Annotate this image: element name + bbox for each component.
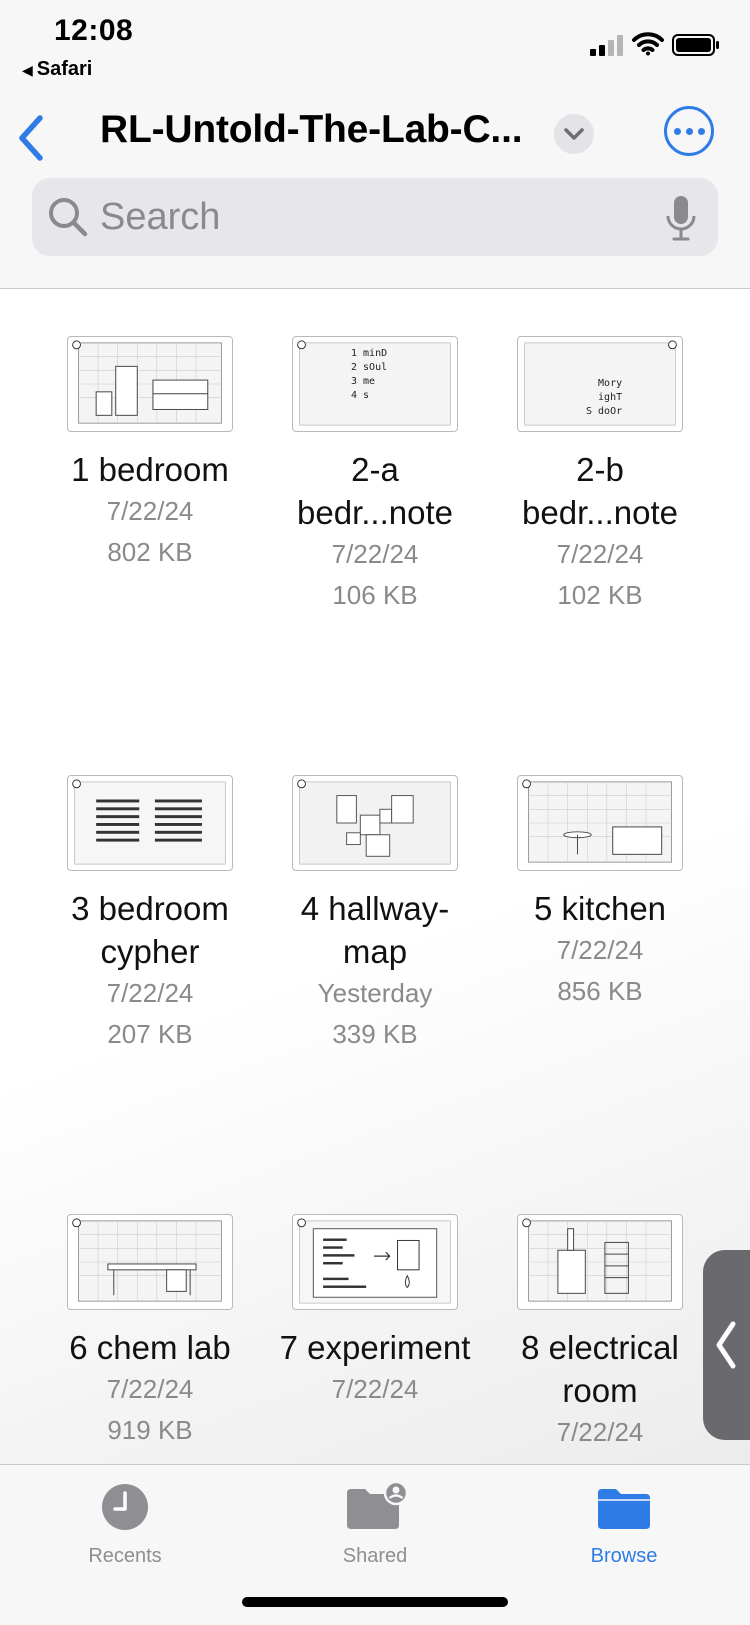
microphone-icon[interactable] [664,194,698,242]
status-time: 12:08 [54,14,134,47]
file-item[interactable]: 7 experiment 7/22/24 [270,1214,480,1410]
file-date: 7/22/24 [556,1417,644,1447]
file-size: 102 KB [557,580,643,610]
back-triangle-icon: ◀ [22,62,33,78]
file-thumbnail [67,775,233,871]
file-date: 7/22/24 [106,978,194,1008]
file-name: 2-b bedr...note [522,451,678,531]
file-name: 7 experiment [279,1329,471,1366]
tab-label: Shared [342,1545,408,1567]
shared-folder-icon [347,1483,407,1529]
back-app-label: Safari [36,58,93,80]
folder-icon [598,1489,650,1529]
experiment-sketch-image [297,1218,451,1304]
search-bar[interactable] [32,178,718,256]
file-item[interactable]: Mory ighT S doOr 2-b bedr...note 7/22/24… [495,336,705,616]
file-name: 4 hallway-map [300,890,450,970]
cypher-grid-image [72,779,226,865]
file-date: 7/22/24 [556,539,644,569]
file-size: 339 KB [332,1019,418,1049]
file-item[interactable]: 3 bedroom cypher 7/22/24 207 KB [45,775,255,1055]
file-item[interactable]: 4 hallway-map Yesterday 339 KB [270,775,480,1055]
folder-title[interactable]: RL-Untold-The-Lab-C... [100,108,523,152]
tab-label: Recents [88,1545,162,1567]
thumb-note-text: 1 minD 2 sOul 3 me 4 s [351,348,388,401]
search-icon [49,198,88,237]
side-panel-handle[interactable] [703,1250,750,1440]
more-options-button[interactable] [664,106,714,156]
home-indicator[interactable] [242,1597,508,1607]
ellipsis-icon [667,109,711,153]
thumb-note-text: Mory ighT S doOr [586,378,623,417]
file-name: 8 electrical room [521,1329,679,1409]
wifi-icon [632,32,664,56]
file-thumbnail: 1 minD 2 sOul 3 me 4 s [292,336,458,432]
file-thumbnail [517,775,683,871]
navigation-bar: RL-Untold-The-Lab-C... [0,90,750,289]
status-bar: 12:08 ◀ Safari [0,0,750,90]
tab-recents[interactable]: Recents [45,1483,205,1568]
search-input[interactable] [100,178,660,256]
kitchen-sketch-image [522,779,672,863]
file-thumbnail [292,1214,458,1310]
file-item[interactable]: 5 kitchen 7/22/24 856 KB [495,775,705,1012]
file-name: 5 kitchen [533,890,667,927]
file-size: 207 KB [107,1019,193,1049]
file-item[interactable]: 1 minD 2 sOul 3 me 4 s 2-a bedr...note 7… [270,336,480,616]
tab-shared[interactable]: Shared [295,1483,455,1568]
back-chevron-icon[interactable] [14,108,54,168]
file-size: 802 KB [107,537,193,567]
chevron-down-icon [564,128,584,140]
clock-icon [102,1484,148,1530]
file-name: 2-a bedr...note [297,451,453,531]
battery-icon [672,34,719,56]
file-date: Yesterday [317,978,433,1008]
file-item[interactable]: 1 bedroom 7/22/24 802 KB [45,336,255,573]
file-date: 7/22/24 [331,1374,419,1404]
file-date: 7/22/24 [556,935,644,965]
tab-label: Browse [590,1545,658,1567]
file-thumbnail [67,1214,233,1310]
cellular-signal-icon [590,35,623,56]
file-size: 856 KB [557,976,643,1006]
hallway-map-image [297,779,451,865]
file-thumbnail: Mory ighT S doOr [517,336,683,432]
file-date: 7/22/24 [106,1374,194,1404]
file-size: 919 KB [107,1415,193,1445]
chevron-left-icon [716,1321,736,1369]
file-thumbnail [517,1214,683,1310]
chem-lab-sketch-image [72,1218,222,1302]
file-item[interactable]: 8 electrical room 7/22/24 [495,1214,705,1453]
electrical-room-sketch-image [522,1218,672,1302]
back-to-app-link[interactable]: ◀ Safari [22,58,92,81]
file-grid: 1 bedroom 7/22/24 802 KB 1 minD 2 sOul 3… [0,289,750,1464]
file-thumbnail [292,775,458,871]
file-date: 7/22/24 [331,539,419,569]
title-menu-button[interactable] [554,114,594,154]
tab-browse[interactable]: Browse [544,1483,704,1568]
file-name: 6 chem lab [69,1329,231,1366]
file-name: 3 bedroom cypher [71,890,229,970]
file-size: 106 KB [332,580,418,610]
file-thumbnail [67,336,233,432]
bedroom-sketch-image [72,340,222,424]
file-name: 1 bedroom [71,451,229,488]
file-item[interactable]: 6 chem lab 7/22/24 919 KB [45,1214,255,1451]
file-date: 7/22/24 [106,496,194,526]
